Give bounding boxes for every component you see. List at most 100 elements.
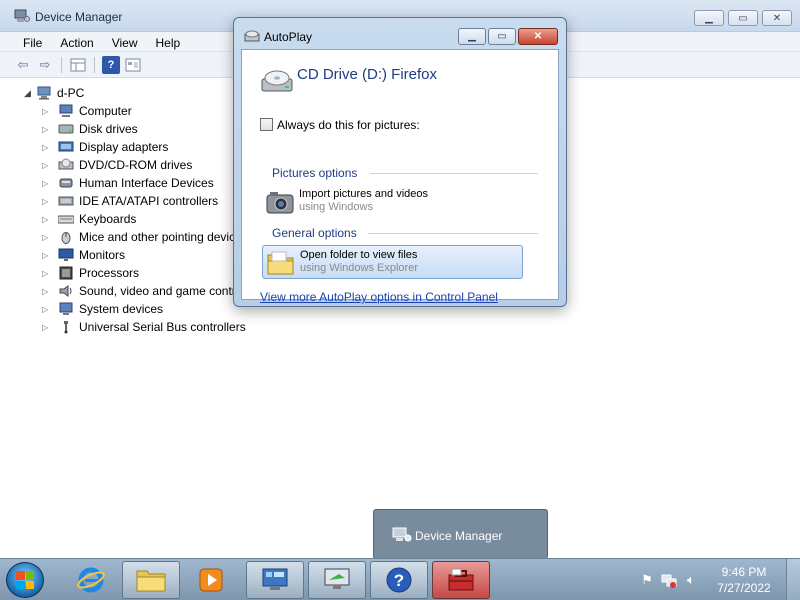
autoplay-maximize-button[interactable]: ▭ <box>488 28 516 45</box>
device-tree: ◢ d-PC ▷ Computer ▷ Disk drives ▷ Displa… <box>24 84 264 336</box>
expand-arrow-icon[interactable]: ▷ <box>42 143 50 152</box>
control-panel-link[interactable]: View more AutoPlay options in Control Pa… <box>260 290 498 304</box>
preview-label: Device Manager <box>415 529 503 543</box>
windows-explorer-button[interactable] <box>122 561 180 599</box>
expand-arrow-icon[interactable]: ▷ <box>42 251 50 260</box>
keyboard-icon <box>58 212 74 226</box>
tree-item-display-adapters[interactable]: ▷ Display adapters <box>24 138 264 156</box>
window-controls: ▁ ▭ ✕ <box>694 10 792 26</box>
option-title: Import pictures and videos <box>299 188 429 200</box>
expand-arrow-icon[interactable]: ▷ <box>42 323 50 332</box>
computer-icon <box>36 86 52 100</box>
tree-item-dvd-cd-rom-drives[interactable]: ▷ DVD/CD-ROM drives <box>24 156 264 174</box>
cd-drive-icon <box>261 70 293 92</box>
menu-view[interactable]: View <box>103 32 147 51</box>
remote-desktop-button[interactable] <box>308 561 366 599</box>
sound-icon <box>58 284 74 298</box>
autoplay-body: CD Drive (D:) Firefox Always do this for… <box>241 49 559 304</box>
autoplay-window-controls: ▁ ▭ ✕ <box>458 28 558 45</box>
back-arrow-icon[interactable]: ⇦ <box>14 56 32 74</box>
help-icon[interactable]: ? <box>102 55 120 74</box>
scan-hardware-icon[interactable] <box>124 56 142 74</box>
start-button[interactable] <box>6 562 44 598</box>
expand-arrow-icon[interactable]: ▷ <box>42 179 50 188</box>
action-center-flag-icon[interactable]: ⚑ <box>638 571 656 589</box>
tree-root[interactable]: ◢ d-PC <box>24 84 264 102</box>
tree-item-sound-video-game-controllers[interactable]: ▷ Sound, video and game controllers <box>24 282 264 300</box>
expand-arrow-icon[interactable]: ▷ <box>42 269 50 278</box>
tree-item-label: IDE ATA/ATAPI controllers <box>79 194 219 208</box>
processor-icon <box>58 266 74 280</box>
internet-explorer-button[interactable] <box>62 561 120 599</box>
expand-arrow-icon[interactable]: ▷ <box>42 287 50 296</box>
collapse-arrow-icon[interactable]: ◢ <box>24 88 32 99</box>
ide-controller-icon <box>58 194 74 208</box>
svg-text:?: ? <box>394 571 404 590</box>
tree-item-usb-controllers[interactable]: ▷ Universal Serial Bus controllers <box>24 318 264 336</box>
menu-action[interactable]: Action <box>51 32 102 51</box>
tree-item-monitors[interactable]: ▷ Monitors <box>24 246 264 264</box>
tree-root-label: d-PC <box>57 86 85 100</box>
tree-item-ide-ata-atapi-controllers[interactable]: ▷ IDE ATA/ATAPI controllers <box>24 192 264 210</box>
clock[interactable]: 9:46 PM 7/27/2022 <box>702 564 786 596</box>
help-and-support-button[interactable]: ? <box>370 561 428 599</box>
maximize-button[interactable]: ▭ <box>728 10 758 26</box>
media-player-icon <box>199 568 223 592</box>
properties-grid-icon[interactable] <box>69 56 87 74</box>
expand-arrow-icon[interactable]: ▷ <box>42 197 50 206</box>
drive-title: CD Drive (D:) Firefox <box>297 66 438 83</box>
open-folder-option[interactable]: Open folder to view files using Windows … <box>262 245 523 279</box>
internet-explorer-icon <box>77 567 105 593</box>
tree-item-label: DVD/CD-ROM drives <box>79 158 193 172</box>
forward-arrow-icon[interactable]: ⇨ <box>36 56 54 74</box>
tree-item-keyboards[interactable]: ▷ Keyboards <box>24 210 264 228</box>
autoplay-minimize-button[interactable]: ▁ <box>458 28 486 45</box>
tree-item-label: Universal Serial Bus controllers <box>79 320 246 334</box>
section-divider <box>368 233 538 234</box>
menu-help[interactable]: Help <box>147 32 190 51</box>
media-player-button[interactable] <box>182 561 240 599</box>
tree-item-processors[interactable]: ▷ Processors <box>24 264 264 282</box>
folder-icon <box>267 251 294 275</box>
import-pictures-option[interactable]: Import pictures and videos using Windows <box>262 185 523 219</box>
clock-time: 9:46 PM <box>721 565 767 579</box>
network-icon[interactable] <box>660 571 678 589</box>
tree-item-disk-drives[interactable]: ▷ Disk drives <box>24 120 264 138</box>
show-desktop-button[interactable] <box>786 559 800 600</box>
tree-item-label: System devices <box>79 302 164 316</box>
tree-item-label: Mice and other pointing devices <box>79 230 248 244</box>
expand-arrow-icon[interactable]: ▷ <box>42 107 50 116</box>
control-panel-button[interactable] <box>246 561 304 599</box>
system-tray: ⚑ 🔈︎ 9:46 PM 7/27/2022 <box>636 559 800 600</box>
toolbox-icon <box>448 568 474 591</box>
close-button[interactable]: ✕ <box>762 10 792 26</box>
tree-item-human-interface-devices[interactable]: ▷ Human Interface Devices <box>24 174 264 192</box>
tree-item-computer[interactable]: ▷ Computer <box>24 102 264 120</box>
tree-item-system-devices[interactable]: ▷ System devices <box>24 300 264 318</box>
hid-icon <box>58 176 74 190</box>
option-subtitle: using Windows <box>299 201 373 213</box>
expand-arrow-icon[interactable]: ▷ <box>42 161 50 170</box>
pictures-options-heading: Pictures options <box>272 166 358 180</box>
minimize-button[interactable]: ▁ <box>694 10 724 26</box>
device-manager-icon <box>14 9 30 22</box>
device-manager-icon <box>392 527 412 542</box>
expand-arrow-icon[interactable]: ▷ <box>42 305 50 314</box>
autoplay-title: AutoPlay <box>264 30 313 44</box>
menu-file[interactable]: File <box>14 32 51 51</box>
tree-item-mice[interactable]: ▷ Mice and other pointing devices <box>24 228 264 246</box>
tree-item-label: Keyboards <box>79 212 137 226</box>
taskbar-thumbnail-preview[interactable]: Device Manager <box>373 509 548 559</box>
help-icon: ? <box>386 567 412 593</box>
autoplay-close-button[interactable]: ✕ <box>518 28 558 45</box>
tree-item-label: Monitors <box>79 248 126 262</box>
expand-arrow-icon[interactable]: ▷ <box>42 125 50 134</box>
expand-arrow-icon[interactable]: ▷ <box>42 215 50 224</box>
usb-icon <box>58 320 74 334</box>
always-do-this-checkbox[interactable] <box>260 118 273 131</box>
display-adapter-icon <box>58 140 74 154</box>
volume-icon[interactable]: 🔈︎ <box>682 571 700 589</box>
device-manager-taskbar-button[interactable] <box>432 561 490 599</box>
always-do-this-label[interactable]: Always do this for pictures: <box>277 118 420 132</box>
expand-arrow-icon[interactable]: ▷ <box>42 233 50 242</box>
